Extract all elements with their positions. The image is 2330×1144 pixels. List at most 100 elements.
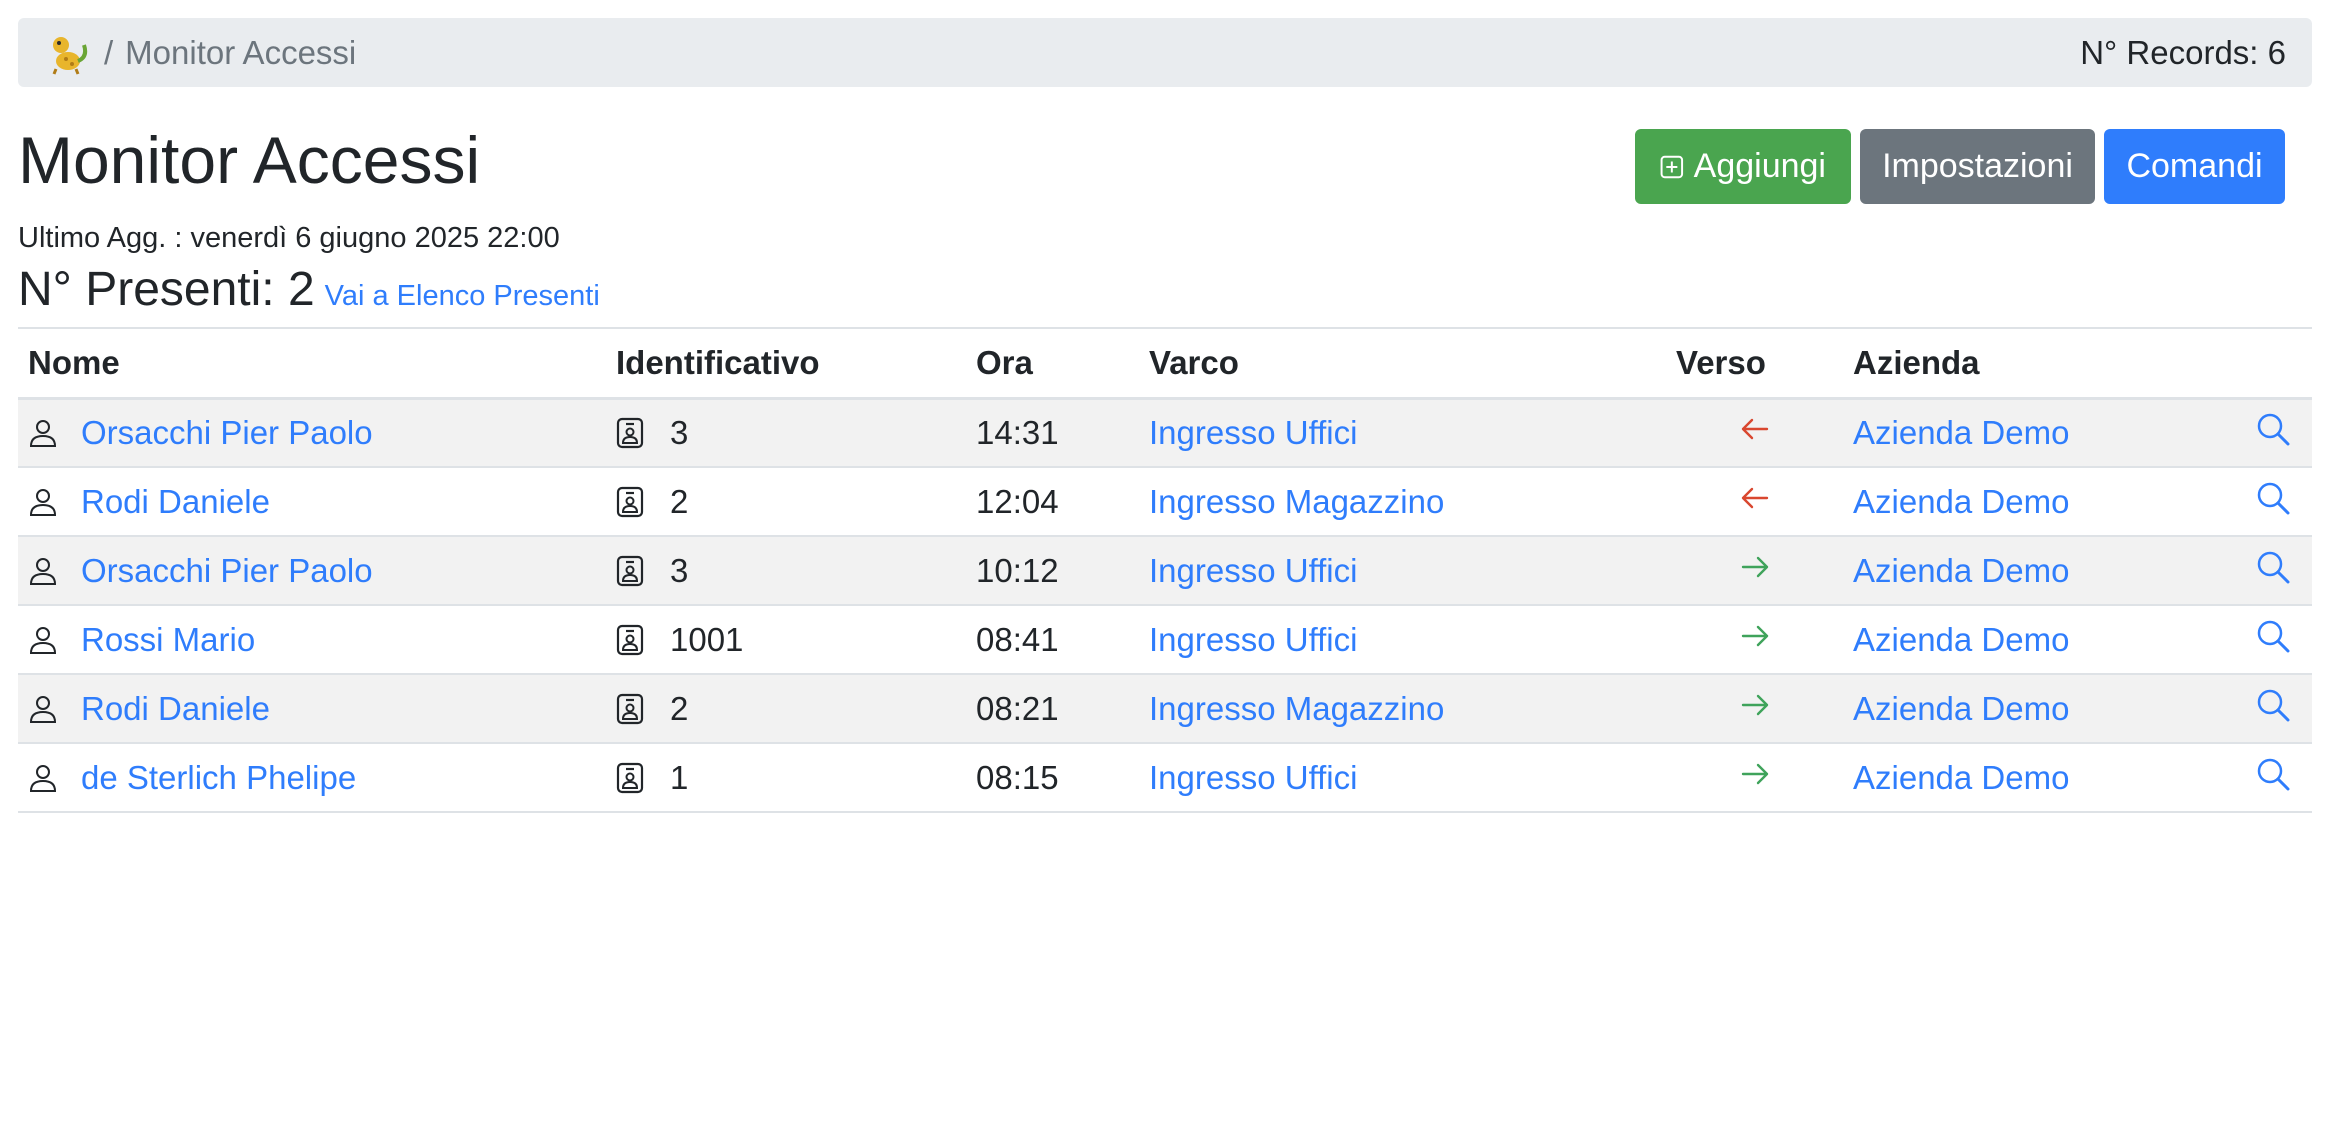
- cell-actions: [2233, 743, 2312, 813]
- arrow-right-icon: [1741, 694, 1768, 715]
- cell-ora: 12:04: [966, 467, 1139, 537]
- cell-actions: [2233, 398, 2312, 468]
- cell-ora: 10:12: [966, 536, 1139, 606]
- arrow-right-icon: [1741, 763, 1768, 784]
- cell-actions: [2233, 536, 2312, 606]
- cell-verso: [1666, 743, 1843, 813]
- cell-azienda: Azienda Demo: [1843, 743, 2233, 813]
- cell-actions: [2233, 674, 2312, 744]
- company-link[interactable]: Azienda Demo: [1853, 552, 2069, 589]
- search-icon[interactable]: [2255, 689, 2291, 730]
- cell-varco: Ingresso Magazzino: [1139, 674, 1666, 744]
- presenti-summary: N° Presenti: 2 Vai a Elenco Presenti: [18, 262, 600, 317]
- badge-id: 3: [670, 413, 689, 451]
- arrow-left-icon: [1741, 418, 1768, 439]
- access-table: Nome Identificativo Ora Varco Verso Azie…: [18, 327, 2312, 813]
- column-header-verso[interactable]: Verso: [1666, 327, 1843, 400]
- gate-link[interactable]: Ingresso Uffici: [1149, 621, 1357, 658]
- cell-verso: [1666, 536, 1843, 606]
- cell-ora: 08:21: [966, 674, 1139, 744]
- column-header-ora[interactable]: Ora: [966, 327, 1139, 400]
- cell-ora: 14:31: [966, 398, 1139, 468]
- badge-id: 1: [670, 758, 689, 796]
- badge-id: 2: [670, 689, 689, 727]
- cell-identificativo: 3: [606, 398, 966, 468]
- commands-button[interactable]: Comandi: [2104, 129, 2285, 204]
- cell-identificativo: 3: [606, 536, 966, 606]
- person-icon: [29, 695, 57, 723]
- badge-icon: [616, 762, 644, 793]
- person-name-link[interactable]: Orsacchi Pier Paolo: [81, 414, 373, 452]
- cell-identificativo: 2: [606, 674, 966, 744]
- cell-varco: Ingresso Uffici: [1139, 743, 1666, 813]
- badge-icon: [616, 417, 644, 448]
- home-logo-icon[interactable]: [46, 31, 90, 75]
- cell-nome: Orsacchi Pier Paolo: [18, 398, 606, 468]
- person-name-link[interactable]: Rodi Daniele: [81, 483, 270, 521]
- person-name-link[interactable]: Rodi Daniele: [81, 690, 270, 728]
- person-name-link[interactable]: Orsacchi Pier Paolo: [81, 552, 373, 590]
- gate-link[interactable]: Ingresso Uffici: [1149, 414, 1357, 451]
- gate-link[interactable]: Ingresso Uffici: [1149, 552, 1357, 589]
- cell-nome: Rodi Daniele: [18, 674, 606, 744]
- company-link[interactable]: Azienda Demo: [1853, 483, 2069, 520]
- badge-id: 1001: [670, 620, 744, 658]
- column-header-identificativo[interactable]: Identificativo: [606, 327, 966, 400]
- table-row: Orsacchi Pier Paolo 3 10:12 Ingresso Uff…: [18, 536, 2312, 606]
- cell-identificativo: 1: [606, 743, 966, 813]
- cell-ora: 08:15: [966, 743, 1139, 813]
- gate-link[interactable]: Ingresso Uffici: [1149, 759, 1357, 796]
- person-icon: [29, 764, 57, 792]
- cell-nome: Rossi Mario: [18, 605, 606, 675]
- column-header-azienda[interactable]: Azienda: [1843, 327, 2233, 400]
- cell-verso: [1666, 398, 1843, 468]
- cell-varco: Ingresso Uffici: [1139, 536, 1666, 606]
- column-header-varco[interactable]: Varco: [1139, 327, 1666, 400]
- search-icon[interactable]: [2255, 551, 2291, 592]
- arrow-right-icon: [1741, 556, 1768, 577]
- search-icon[interactable]: [2255, 482, 2291, 523]
- company-link[interactable]: Azienda Demo: [1853, 690, 2069, 727]
- person-name-link[interactable]: Rossi Mario: [81, 621, 255, 659]
- presenti-list-link[interactable]: Vai a Elenco Presenti: [325, 280, 600, 313]
- cell-azienda: Azienda Demo: [1843, 467, 2233, 537]
- add-button[interactable]: Aggiungi: [1635, 129, 1851, 204]
- search-icon[interactable]: [2255, 758, 2291, 799]
- person-name-link[interactable]: de Sterlich Phelipe: [81, 759, 356, 797]
- gate-link[interactable]: Ingresso Magazzino: [1149, 483, 1444, 520]
- person-icon: [29, 488, 57, 516]
- cell-actions: [2233, 605, 2312, 675]
- records-count: N° Records: 6: [2080, 33, 2286, 71]
- table-row: de Sterlich Phelipe 1 08:15 Ingresso Uff…: [18, 743, 2312, 813]
- table-row: Rodi Daniele 2 08:21 Ingresso Magazzino …: [18, 674, 2312, 744]
- cell-identificativo: 1001: [606, 605, 966, 675]
- gate-link[interactable]: Ingresso Magazzino: [1149, 690, 1444, 727]
- settings-button[interactable]: Impostazioni: [1860, 129, 2095, 204]
- cell-nome: de Sterlich Phelipe: [18, 743, 606, 813]
- company-link[interactable]: Azienda Demo: [1853, 759, 2069, 796]
- table-header-row: Nome Identificativo Ora Varco Verso Azie…: [18, 327, 2312, 400]
- table-row: Orsacchi Pier Paolo 3 14:31 Ingresso Uff…: [18, 398, 2312, 468]
- table-row: Rossi Mario 1001 08:41 Ingresso Uffici A…: [18, 605, 2312, 675]
- cell-verso: [1666, 674, 1843, 744]
- cell-varco: Ingresso Uffici: [1139, 605, 1666, 675]
- person-icon: [29, 419, 57, 447]
- cell-verso: [1666, 467, 1843, 537]
- company-link[interactable]: Azienda Demo: [1853, 414, 2069, 451]
- person-icon: [29, 626, 57, 654]
- cell-nome: Rodi Daniele: [18, 467, 606, 537]
- column-header-nome[interactable]: Nome: [18, 327, 606, 400]
- company-link[interactable]: Azienda Demo: [1853, 621, 2069, 658]
- badge-id: 3: [670, 551, 689, 589]
- cell-azienda: Azienda Demo: [1843, 536, 2233, 606]
- search-icon[interactable]: [2255, 620, 2291, 661]
- arrow-right-icon: [1741, 625, 1768, 646]
- breadcrumb-separator: /: [104, 33, 114, 71]
- cell-verso: [1666, 605, 1843, 675]
- arrow-left-icon: [1741, 487, 1768, 508]
- breadcrumb-current: Monitor Accessi: [125, 33, 357, 71]
- badge-icon: [616, 693, 644, 724]
- cell-actions: [2233, 467, 2312, 537]
- presenti-count: N° Presenti: 2: [18, 263, 315, 316]
- search-icon[interactable]: [2255, 413, 2291, 454]
